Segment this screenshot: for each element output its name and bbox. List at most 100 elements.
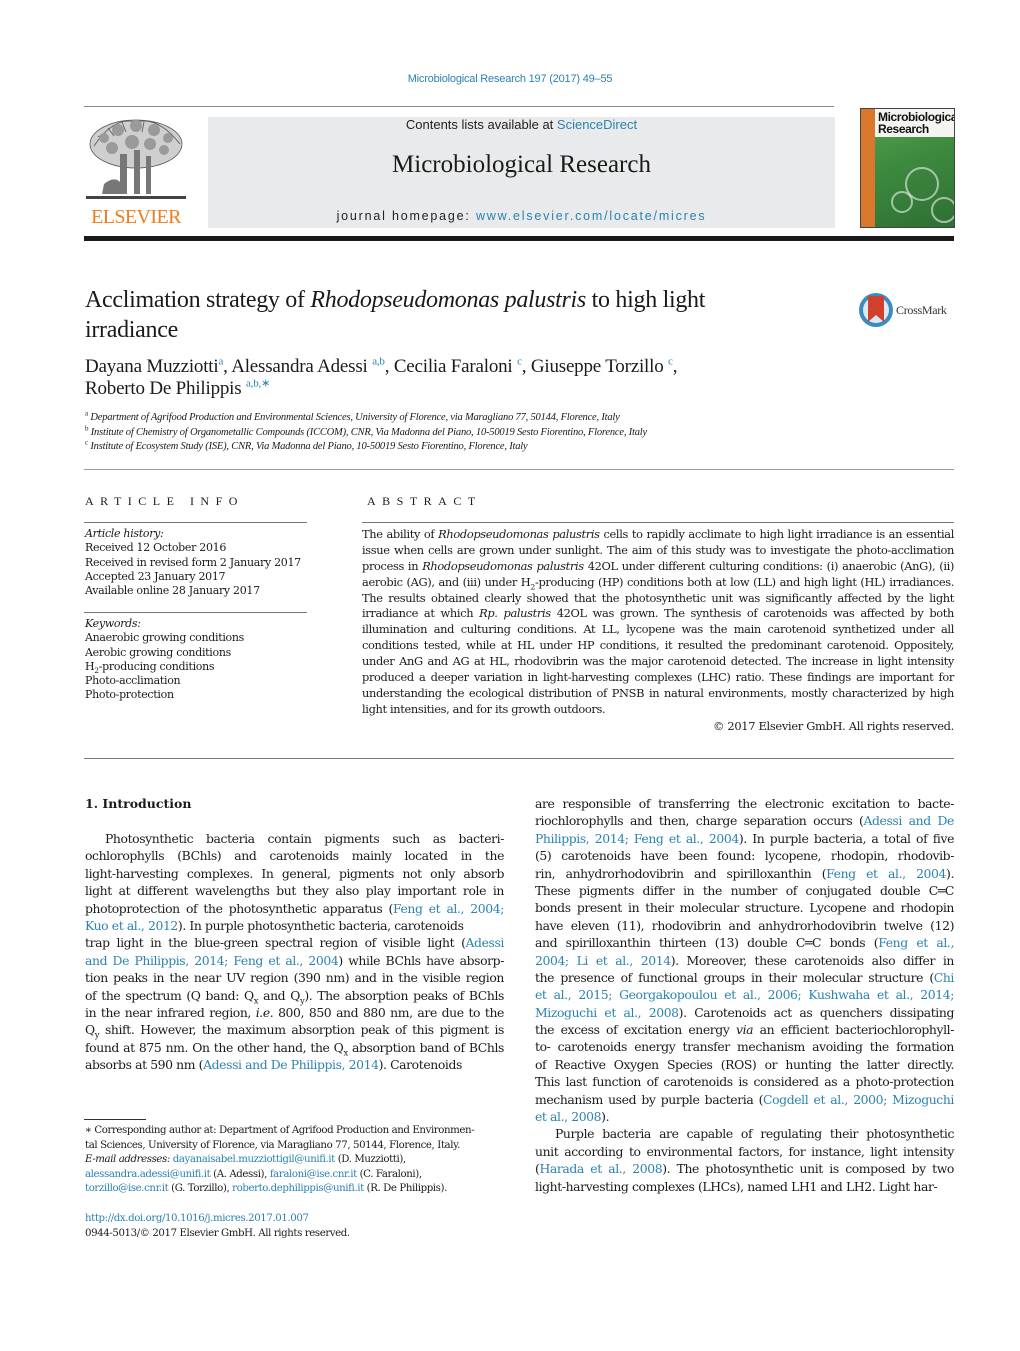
text-run: an efficient bacteriochlorophyll- (753, 1022, 955, 1038)
header-divider (84, 106, 834, 107)
text-run: photoprotection of the photosynthetic ap… (85, 900, 393, 916)
abstract-divider (362, 522, 954, 523)
text-line: of the spectrum (Q band: Qx and Qy). The… (85, 987, 504, 1005)
journal-cover-thumbnail[interactable]: Microbiological Research (860, 108, 955, 228)
reference-link[interactable]: torzillo@ise.cnr.it (85, 1183, 169, 1194)
text-run: ). Moreover, these carotenoids also diff… (670, 952, 955, 968)
text-line: have eleven (11), rhodovibrin and anhydr… (535, 917, 954, 934)
text-line: H2-producing conditions (85, 660, 315, 674)
text-run: The ability of (362, 527, 439, 541)
text-line: produced a deeper variation in light-har… (362, 670, 954, 686)
text-run: light-harvesting complexes. In general, … (85, 865, 504, 881)
text-run: bonds present in their molecular structu… (535, 900, 954, 916)
italic-text: Rp. palustris (479, 606, 551, 621)
text-run: under AnG and AG at HL, rhodovibrin was … (362, 654, 954, 669)
text-line: understanding the ecological distributio… (362, 686, 954, 702)
reference-link[interactable]: and De Philippis, 2014; Feng et al., 200… (85, 953, 339, 968)
text-run: -producing conditions (98, 659, 215, 673)
abstract-heading: ABSTRACT (367, 494, 482, 508)
elsevier-logo[interactable]: ELSEVIER (84, 116, 188, 228)
text-run: absorbs at 590 nm ( (85, 1057, 204, 1073)
reference-link[interactable]: Philippis, 2014; Feng et al., 2004 (535, 831, 739, 846)
text-run: ). In purple photosynthetic bacteria, ca… (177, 917, 464, 933)
reference-link[interactable]: Cogdell et al., 2000; Mizoguchi (763, 1092, 954, 1107)
reference-link[interactable]: alessandra.adessi@unifi.it (85, 1169, 211, 1180)
text-run: ). The absorption peaks of BChls (304, 987, 504, 1003)
reference-link[interactable]: Chi (934, 970, 955, 985)
text-run: absorption band of BChls (347, 1039, 504, 1055)
text-run: , Giuseppe Torzillo (521, 356, 669, 377)
text-run: (G. Torzillo), (168, 1183, 233, 1195)
reference-link[interactable]: 2004; Li et al., 2014 (535, 953, 671, 968)
text-run: rin, anhydrorhodovibrin and spirilloxant… (535, 865, 827, 881)
journal-citation[interactable]: Microbiological Research 197 (2017) 49–5… (0, 73, 1020, 85)
contents-prefix: Contents lists available at (405, 117, 557, 132)
text-run: (5) carotenoids have been found: lycopen… (535, 848, 954, 864)
reference-link[interactable]: Feng et al., (878, 935, 954, 950)
text-line: torzillo@ise.cnr.it (G. Torzillo), rober… (85, 1182, 505, 1197)
reference-link[interactable]: Mizoguchi et al., 2008 (535, 1005, 679, 1020)
reference-link[interactable]: et al., 2015; Georgakopoulou et al., 200… (535, 987, 954, 1002)
text-run: to high light (585, 287, 706, 313)
reference-link[interactable]: faraloni@ise.cnr.it (270, 1169, 357, 1180)
text-line: Dayana Muzziottia, Alessandra Adessi a,b… (85, 356, 845, 378)
reference-link[interactable]: Feng et al., 2004 (826, 866, 946, 881)
section-divider (84, 469, 954, 470)
reference-link[interactable]: dayanaisabel.muzziottigil@unifi.it (173, 1154, 335, 1165)
text-line: the excess of excitation energy via an e… (535, 1021, 954, 1038)
doi-link[interactable]: http://dx.doi.org/10.1016/j.micres.2017.… (85, 1213, 309, 1224)
text-run: (R. De Philippis). (363, 1183, 448, 1195)
sciencedirect-link[interactable]: ScienceDirect (557, 117, 637, 132)
text-run: process in (362, 558, 423, 573)
text-line: The ability of Rhodopseudomonas palustri… (362, 527, 954, 543)
crossmark-badge[interactable]: CrossMark (858, 290, 958, 330)
doi-block: http://dx.doi.org/10.1016/j.micres.2017.… (85, 1212, 505, 1241)
text-line: Photosynthetic bacteria contain pigments… (85, 830, 504, 847)
text-run: The results obtained clearly showed that… (362, 590, 954, 605)
text-line: Acclimation strategy of Rhodopseudomonas… (85, 285, 805, 315)
article-info-heading: ARTICLE INFO (85, 494, 244, 508)
keywords-label: Keywords: (85, 617, 141, 630)
text-line: These pigments differ in the number of c… (535, 882, 954, 899)
reference-link[interactable]: et al., 2008 (535, 1109, 602, 1124)
text-line: light intensities, and for its growth ou… (362, 702, 954, 718)
text-line: light-harvesting complexes. In general, … (85, 865, 504, 882)
text-run: Photosynthetic bacteria contain pigments… (105, 831, 504, 846)
body-column-right: are responsible of transferring the elec… (535, 795, 954, 1195)
reference-link[interactable]: Adessi and De (863, 813, 954, 828)
text-line: Kuo et al., 2012). In purple photosynthe… (85, 917, 504, 934)
reference-link[interactable]: roberto.dephilippis@unifi.it (232, 1183, 364, 1194)
history-item: Accepted 23 January 2017 (85, 569, 226, 583)
text-line: rin, anhydrorhodovibrin and spirilloxant… (535, 865, 954, 882)
text-line: The results obtained clearly showed that… (362, 591, 954, 607)
text-run: tal Sciences, University of Florence, vi… (85, 1139, 460, 1151)
text-run: (D. Muzziotti), (334, 1154, 406, 1166)
cover-side-band (861, 109, 875, 227)
text-run: light intensities, and for its growth ou… (362, 701, 606, 716)
text-line: under AnG and AG at HL, rhodovibrin was … (362, 654, 954, 670)
text-line: 2004; Li et al., 2014). Moreover, these … (535, 952, 954, 969)
homepage-prefix: journal homepage: (336, 209, 476, 223)
crossmark-icon (859, 293, 893, 327)
history-item: Available online 28 January 2017 (85, 584, 260, 598)
text-run: trap light in the blue-green spectral re… (85, 935, 466, 951)
text-run: Purple bacteria are capable of regulatin… (555, 1126, 954, 1142)
reference-link[interactable]: Harada et al., 2008 (539, 1161, 662, 1176)
text-run: Roberto De Philippis (85, 378, 246, 399)
text-run: mechanism used by purple bacteria ( (535, 1091, 764, 1107)
text-run: 42OL was grown. The synthesis of caroten… (550, 606, 955, 621)
reference-link[interactable]: Feng et al., 2004; (393, 901, 504, 916)
text-line: are responsible of transferring the elec… (535, 795, 954, 812)
text-run: , Alessandra Adessi (223, 356, 373, 377)
text-line: in the near infrared region, i.e. 800, 8… (85, 1004, 504, 1021)
italic-text: Rhodopseudomonas palustris (422, 558, 584, 573)
reference-link[interactable]: Adessi and De Philippis, 2014 (203, 1057, 379, 1072)
homepage-link[interactable]: www.elsevier.com/locate/micres (476, 209, 706, 223)
reference-link[interactable]: Adessi (466, 935, 505, 950)
reference-link[interactable]: Kuo et al., 2012 (85, 918, 178, 933)
citation-link[interactable]: Microbiological Research 197 (2017) 49–5… (408, 73, 613, 85)
text-line: Photo-protection (85, 688, 315, 702)
text-run: and spirilloxanthin thirteen (13) double… (535, 935, 879, 951)
elsevier-wordmark: ELSEVIER (91, 206, 181, 228)
text-run: aerobic (AG), and (iii) under H (362, 574, 531, 589)
